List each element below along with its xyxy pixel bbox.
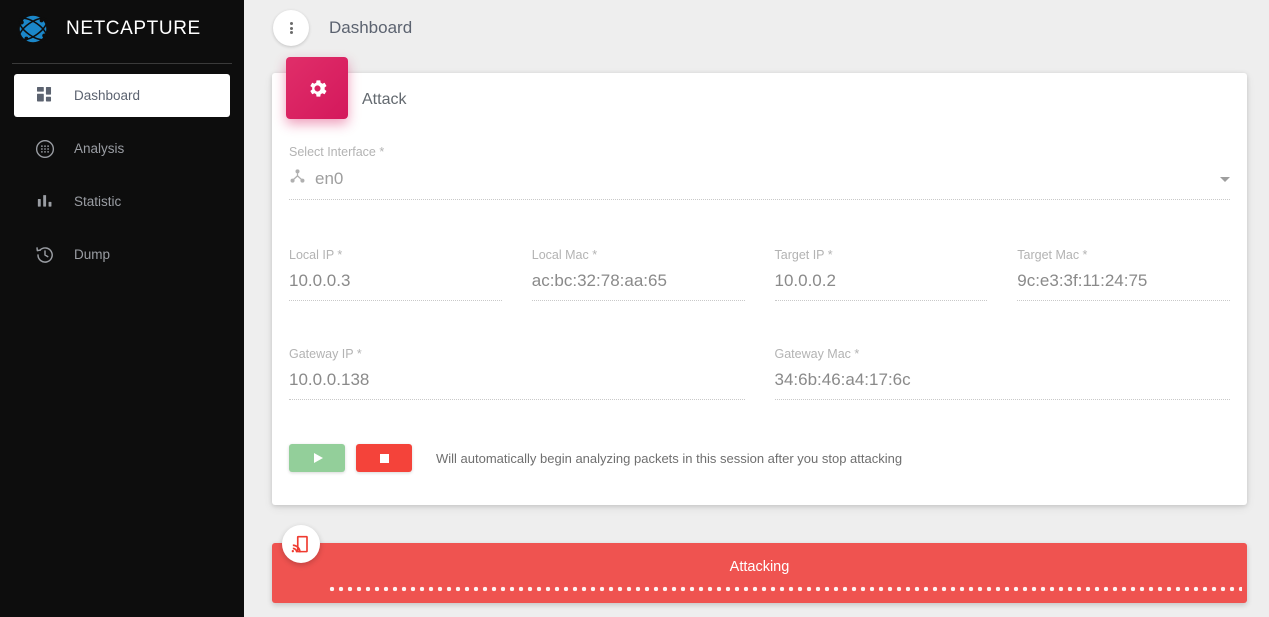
kebab-dot [289,26,293,30]
brand: NETCAPTURE [0,0,244,58]
target-mac-value: 9c:e3:3f:11:24:75 [1017,271,1148,290]
sidebar-item-dashboard[interactable]: Dashboard [14,74,230,117]
target-ip-value: 10.0.0.2 [774,271,836,290]
gateway-fields-row: Gateway IP * 10.0.0.138 Gateway Mac * 34… [289,347,1230,400]
dashboard-grid-icon [34,85,56,107]
gateway-mac-control[interactable]: 34:6b:46:a4:17:6c [774,370,1230,400]
gateway-ip-field[interactable]: Gateway IP * 10.0.0.138 [289,347,745,400]
local-mac-control[interactable]: ac:bc:32:78:aa:65 [531,271,745,301]
sidebar-item-analysis[interactable]: Analysis [14,127,230,170]
select-interface-field[interactable]: Select Interface * en0 [289,145,1230,200]
main-content: Dashboard Attack Select Interface * en0 … [244,0,1269,617]
sidebar-item-label: Analysis [74,141,125,156]
target-mac-field[interactable]: Target Mac * 9c:e3:3f:11:24:75 [1017,248,1230,301]
kebab-dot [289,30,293,34]
target-ip-field[interactable]: Target IP * 10.0.0.2 [774,248,988,301]
attack-form: Select Interface * en0 Local IP * 10.0.0… [289,145,1230,472]
sidebar-item-statistic[interactable]: Statistic [14,180,230,223]
gear-icon[interactable] [286,57,348,119]
gateway-mac-field[interactable]: Gateway Mac * 34:6b:46:a4:17:6c [774,347,1230,400]
local-ip-value: 10.0.0.3 [289,271,351,290]
local-mac-label: Local Mac * [531,248,598,262]
attack-actions: Will automatically begin analyzing packe… [289,444,1230,472]
gateway-ip-label: Gateway IP * [289,347,362,361]
bar-chart-icon [34,191,56,213]
attack-hint-text: Will automatically begin analyzing packe… [436,450,903,466]
page-title: Dashboard [329,18,413,37]
kebab-dot [289,22,293,26]
attack-status-text: Attacking [729,559,790,575]
target-mac-control[interactable]: 9c:e3:3f:11:24:75 [1017,271,1230,301]
sidebar-item-label: Dump [74,247,111,262]
topbar: Dashboard [244,0,1269,56]
chevron-down-icon[interactable] [1220,176,1230,182]
stop-icon [379,453,389,463]
history-clock-icon [34,244,56,266]
sidebar-item-dump[interactable]: Dump [14,233,230,276]
sidebar-item-label: Statistic [74,194,122,209]
start-attack-button[interactable] [289,444,345,472]
gateway-ip-control[interactable]: 10.0.0.138 [289,370,745,400]
wireless-device-icon[interactable] [282,525,320,563]
attacking-banner: Attacking [272,525,1247,603]
attack-card: Attack Select Interface * en0 Local IP *… [272,57,1247,505]
address-fields-row: Local IP * 10.0.0.3 Local Mac * ac:bc:32… [289,248,1230,301]
select-interface-value: en0 [315,169,344,188]
brand-name: NETCAPTURE [66,18,201,39]
sidebar: NETCAPTURE Dashboard Analysis Statistic … [0,0,244,617]
stop-attack-button[interactable] [356,444,412,472]
card-title: Attack [362,91,407,108]
local-ip-field[interactable]: Local IP * 10.0.0.3 [289,248,502,301]
local-ip-label: Local IP * [289,248,343,262]
target-ip-control[interactable]: 10.0.0.2 [774,271,988,301]
select-interface-control[interactable]: en0 [289,168,1230,200]
analysis-globe-icon [34,138,56,160]
select-interface-label: Select Interface * [289,145,385,159]
target-ip-label: Target IP * [774,248,833,262]
network-globe-icon [14,10,52,48]
attack-progress-bar [329,586,1242,592]
target-mac-label: Target Mac * [1017,248,1088,262]
app-root: NETCAPTURE Dashboard Analysis Statistic … [0,0,1269,617]
gateway-ip-value: 10.0.0.138 [289,370,370,389]
sidebar-nav: Dashboard Analysis Statistic Dump [0,64,244,276]
kebab-menu-icon[interactable] [273,10,309,46]
sidebar-item-label: Dashboard [74,88,141,103]
local-mac-field[interactable]: Local Mac * ac:bc:32:78:aa:65 [531,248,745,301]
local-mac-value: ac:bc:32:78:aa:65 [531,271,667,290]
device-hub-icon [289,168,306,190]
local-ip-control[interactable]: 10.0.0.3 [289,271,502,301]
play-icon [313,453,323,463]
gateway-mac-label: Gateway Mac * [774,347,860,361]
gateway-mac-value: 34:6b:46:a4:17:6c [774,370,911,389]
